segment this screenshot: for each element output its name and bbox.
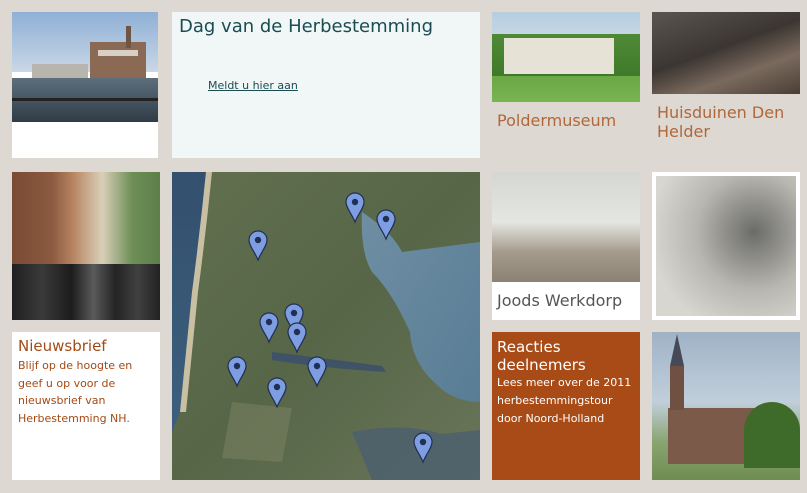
group-photo <box>12 264 160 320</box>
joods-werkdorp-photo <box>492 172 640 282</box>
reactions-title: Reacties deelnemers <box>497 338 586 374</box>
reactions-text: Lees meer over de 2011 herbestemmingstou… <box>497 376 632 425</box>
huisduinen-tile[interactable]: Huisduinen Den Helder <box>652 12 800 152</box>
signup-link[interactable]: Meldt u hier aan <box>208 79 298 92</box>
group-photo-tile[interactable] <box>12 172 160 320</box>
factory-photo-tile[interactable] <box>12 12 158 158</box>
huisduinen-photo <box>652 12 800 94</box>
newsletter-text: Blijf op de hoogte en geef u op voor de … <box>18 359 133 425</box>
poldermuseum-tile[interactable]: Poldermuseum <box>492 12 640 140</box>
church-photo-tile[interactable] <box>652 332 800 480</box>
poldermuseum-label[interactable]: Poldermuseum <box>497 111 616 130</box>
newsletter-title: Nieuwsbrief <box>18 337 107 355</box>
church-photo <box>744 402 800 468</box>
reactions-tile[interactable]: Reacties deelnemers Lees meer over de 20… <box>492 332 640 480</box>
historic-photo <box>656 176 796 316</box>
huisduinen-label[interactable]: Huisduinen Den Helder <box>657 103 800 141</box>
joods-werkdorp-label[interactable]: Joods Werkdorp <box>497 291 622 310</box>
event-tile: Dag van de Herbestemming Meldt u hier aa… <box>172 12 480 158</box>
joods-werkdorp-tile[interactable]: Joods Werkdorp <box>492 172 640 320</box>
event-title: Dag van de Herbestemming <box>179 16 433 37</box>
newsletter-tile[interactable]: Nieuwsbrief Blijf op de hoogte en geef u… <box>12 332 160 480</box>
satellite-map[interactable] <box>172 172 480 480</box>
map-tile[interactable] <box>172 172 480 480</box>
historic-photo-tile[interactable] <box>652 172 800 320</box>
